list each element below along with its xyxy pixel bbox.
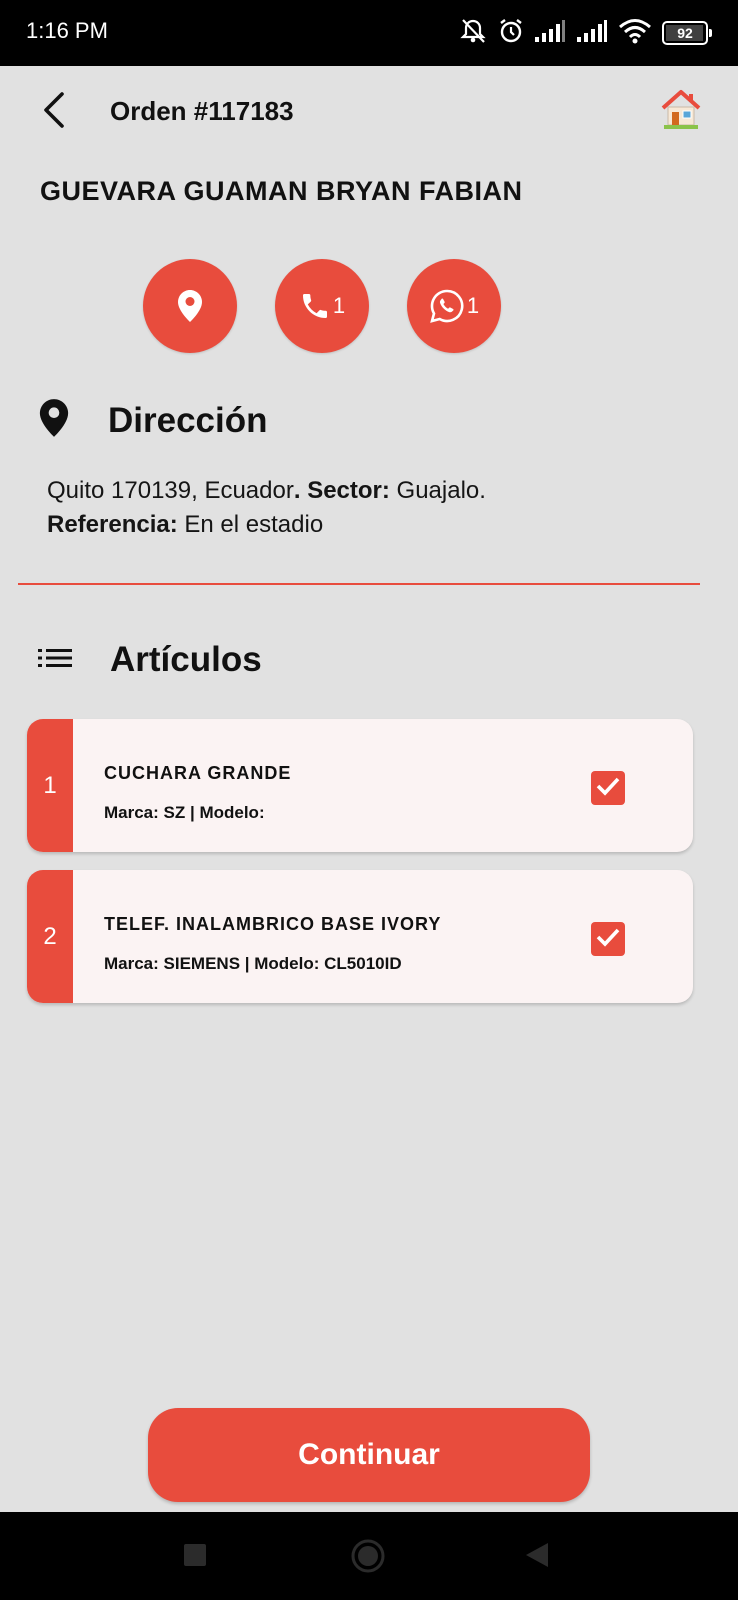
articles-section-header: Artículos	[38, 640, 262, 680]
article-brand-model: Marca: SZ | Modelo:	[104, 803, 265, 822]
home-icon[interactable]	[660, 88, 702, 130]
reference-value: En el estadio	[177, 511, 324, 538]
silent-bell-icon	[458, 17, 488, 50]
status-icons: 92	[458, 16, 712, 50]
article-brand-model: Marca: SIEMENS | Modelo: CL5010ID	[104, 954, 402, 973]
articles-section-title: Artículos	[110, 640, 262, 679]
check-icon	[595, 775, 621, 802]
page-title: Orden #117183	[110, 96, 294, 126]
article-card: 2 TELEF. INALAMBRICO BASE IVORY Marca: S…	[27, 870, 693, 1003]
reference-label: Referencia:	[47, 511, 178, 538]
sector-value: Guajalo.	[389, 477, 486, 504]
phone-icon	[299, 290, 331, 322]
customer-name: GUEVARA GUAMAN BRYAN FABIAN	[40, 176, 523, 206]
alarm-icon	[498, 17, 524, 50]
battery-icon: 92	[662, 21, 712, 45]
address-section-title: Dirección	[108, 400, 268, 440]
address-value: Quito 170139, Ecuador	[47, 477, 294, 504]
location-pin-icon	[177, 289, 203, 323]
wifi-icon	[618, 18, 652, 49]
address-separator: .	[293, 477, 308, 504]
status-bar: 1:16 PM 92	[0, 0, 738, 66]
check-icon	[595, 926, 621, 953]
list-icon	[38, 646, 72, 675]
section-divider	[18, 583, 700, 585]
whatsapp-count: 1	[466, 293, 480, 318]
battery-level: 92	[677, 25, 693, 41]
app-header: Orden #117183	[0, 66, 738, 156]
recents-icon[interactable]	[183, 1543, 207, 1572]
status-time: 1:16 PM	[26, 18, 108, 43]
signal-icon	[576, 19, 608, 48]
address-text: Quito 170139, Ecuador. Sector: Guajalo. …	[47, 474, 707, 542]
back-nav-icon[interactable]	[524, 1542, 550, 1573]
back-arrow-icon[interactable]	[38, 88, 72, 132]
whatsapp-icon	[429, 288, 465, 324]
location-button[interactable]	[143, 259, 237, 353]
call-button[interactable]: 1	[275, 259, 369, 353]
article-card: 1 CUCHARA GRANDE Marca: SZ | Modelo:	[27, 719, 693, 852]
article-number: 1	[27, 719, 73, 852]
home-nav-icon[interactable]	[350, 1538, 386, 1579]
phone-count: 1	[332, 293, 346, 318]
article-checkbox[interactable]	[591, 922, 625, 956]
system-nav-bar	[0, 1512, 738, 1600]
address-section-header: Dirección	[38, 398, 268, 443]
signal-icon	[534, 19, 566, 48]
article-number: 2	[27, 870, 73, 1003]
article-name: CUCHARA GRANDE	[104, 763, 292, 783]
location-pin-icon	[38, 398, 70, 443]
article-checkbox[interactable]	[591, 771, 625, 805]
contact-actions: 1 1	[143, 259, 501, 353]
article-name: TELEF. INALAMBRICO BASE IVORY	[104, 914, 442, 934]
continue-button[interactable]: Continuar	[148, 1408, 590, 1502]
whatsapp-button[interactable]: 1	[407, 259, 501, 353]
sector-label: Sector:	[307, 477, 390, 504]
